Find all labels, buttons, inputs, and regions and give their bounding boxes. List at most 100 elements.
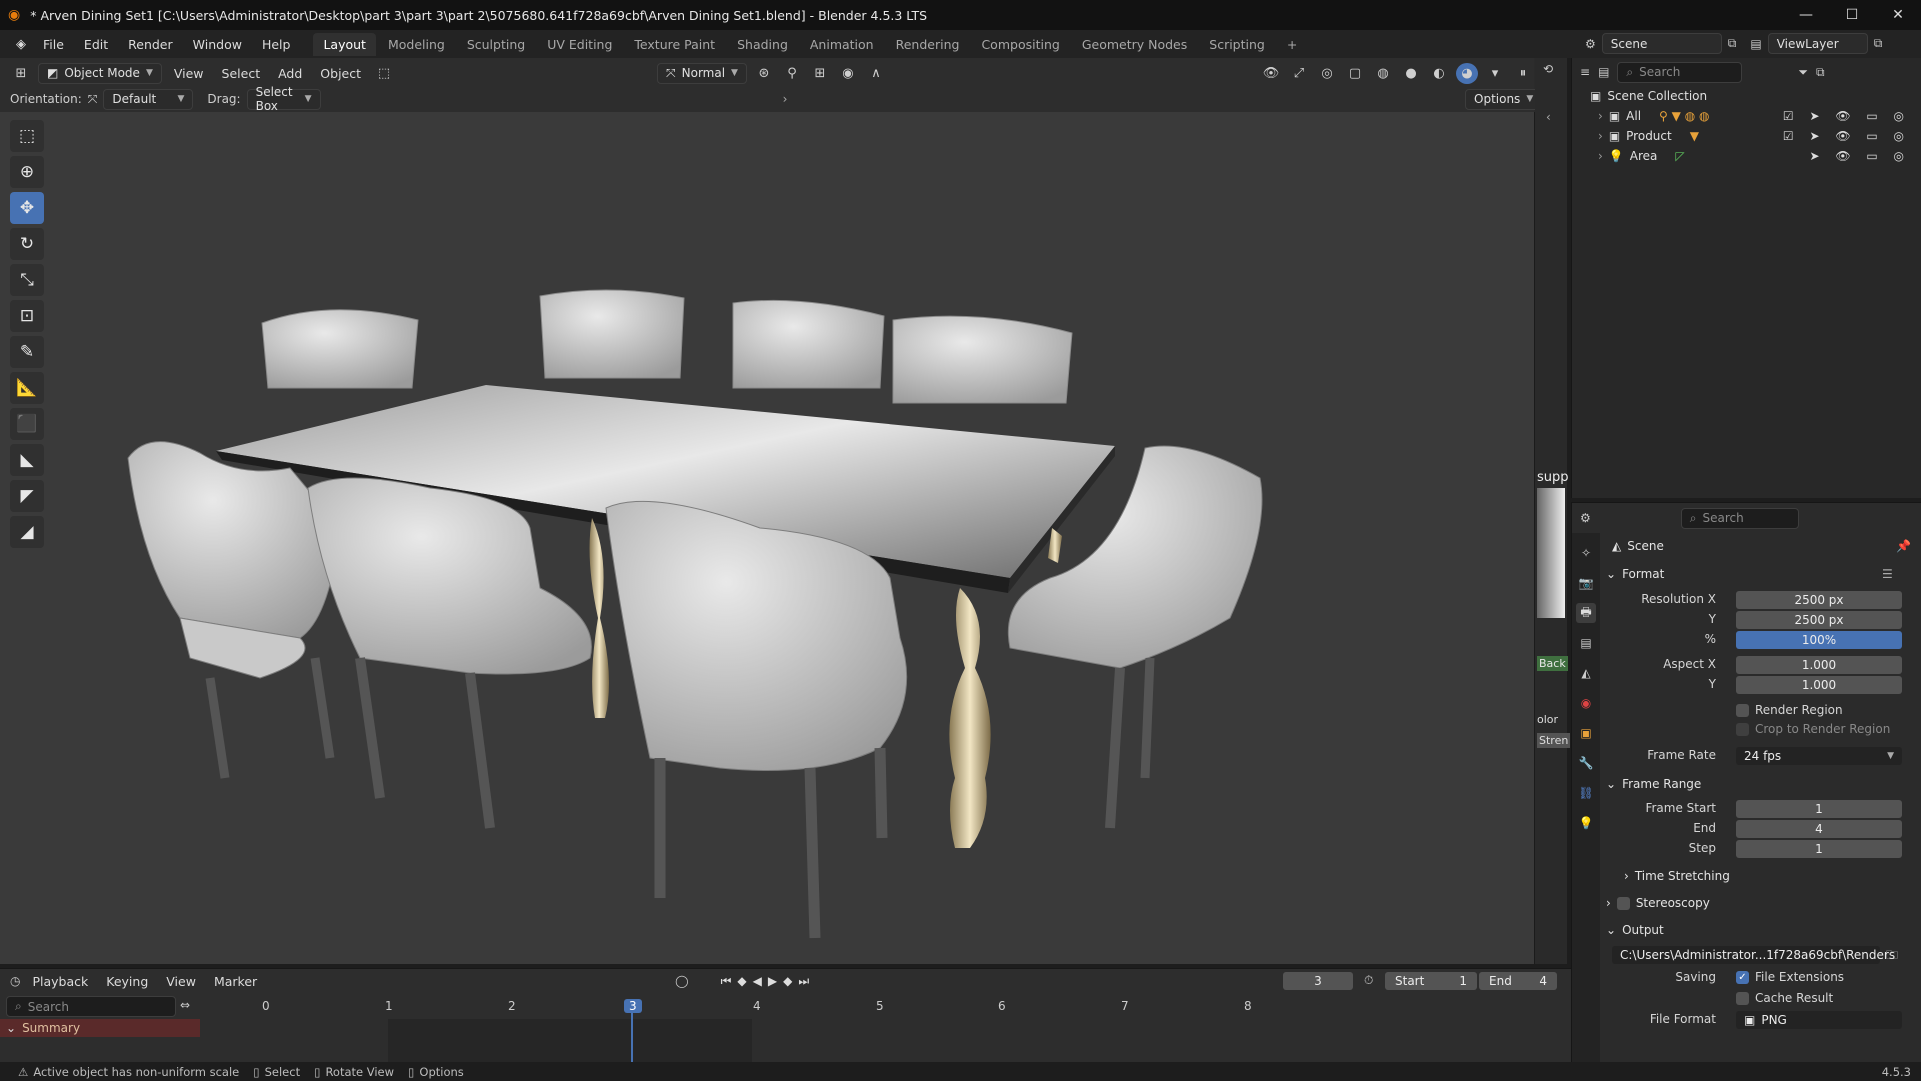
maximize-button[interactable]: ☐	[1829, 0, 1875, 30]
move-tool-icon[interactable]: ✥	[10, 192, 44, 224]
end-frame-field[interactable]: End 4	[1479, 972, 1557, 990]
outliner-item-area[interactable]: › 💡 Area ◸ ➤ 👁 ▭ ◎	[1572, 146, 1921, 166]
world-tab-icon[interactable]: ◉	[1576, 693, 1596, 713]
aspect-y-field[interactable]: 1.000	[1736, 676, 1902, 694]
menu-playback[interactable]: Playback	[26, 972, 94, 991]
solid-shading-icon[interactable]: ●	[1400, 63, 1422, 84]
resolution-y-field[interactable]: 2500 px	[1736, 611, 1902, 629]
constraint-tab-icon[interactable]: ⛓	[1576, 783, 1596, 803]
frame-range-panel-header[interactable]: ⌄ Frame Range	[1606, 777, 1701, 791]
scale-tool-icon[interactable]: ⤡	[10, 264, 44, 296]
menu-edit[interactable]: Edit	[75, 34, 117, 55]
play-icon[interactable]: ▶	[768, 974, 777, 988]
outliner-search-input[interactable]: ⌕ Search	[1617, 61, 1743, 83]
view-rotate-icon[interactable]: ⟲	[1543, 62, 1553, 76]
orientation-dropdown[interactable]: Default ▼	[103, 88, 194, 110]
view-layer-tab-icon[interactable]: ▤	[1576, 633, 1596, 653]
pin-icon[interactable]: 📌	[1896, 539, 1911, 553]
restriction-toggles[interactable]: ☑ ➤ 👁 ▭ ◎	[1783, 129, 1910, 143]
drag-dropdown[interactable]: Select Box ▼	[246, 85, 321, 113]
new-viewlayer-icon[interactable]: ⧉	[1874, 36, 1883, 51]
menu-timeline-view[interactable]: View	[160, 972, 202, 991]
menu-keying[interactable]: Keying	[100, 972, 154, 991]
tab-sculpting[interactable]: Sculpting	[457, 33, 535, 56]
expand-arrow-icon[interactable]: ›	[1598, 129, 1603, 143]
tab-animation[interactable]: Animation	[800, 33, 884, 56]
filter-icon[interactable]: ⏷	[1798, 65, 1808, 80]
cache-result-checkbox[interactable]: Cache Result	[1736, 991, 1833, 1005]
stereoscopy-panel-header[interactable]: › Stereoscopy	[1606, 896, 1710, 910]
close-button[interactable]: ✕	[1875, 0, 1921, 30]
viewlayer-selector[interactable]: ViewLayer	[1767, 33, 1868, 54]
render-region-checkbox[interactable]: Render Region	[1736, 703, 1843, 717]
overlay-icon[interactable]: ◎	[1316, 63, 1338, 84]
outliner-editor-icon[interactable]: ≡	[1580, 65, 1590, 79]
tool-tab-icon[interactable]: ✧	[1576, 543, 1596, 563]
output-panel-header[interactable]: ⌄ Output	[1606, 923, 1664, 937]
jump-end-icon[interactable]: ⏭	[798, 974, 809, 989]
tab-compositing[interactable]: Compositing	[971, 33, 1069, 56]
properties-search-input[interactable]: ⌕ Search	[1680, 507, 1799, 529]
crop-region-checkbox[interactable]: Crop to Render Region	[1736, 722, 1890, 736]
menu-file[interactable]: File	[34, 34, 73, 55]
annotate-tool-icon[interactable]: ✎	[10, 336, 44, 368]
playhead-line[interactable]	[631, 1013, 633, 1063]
play-reverse-icon[interactable]: ◀	[753, 974, 762, 988]
render-tab-icon[interactable]: 📷	[1576, 573, 1596, 593]
pivot-icon[interactable]: ⊛	[753, 63, 775, 84]
proportional-edit-icon[interactable]: ◉	[837, 63, 859, 84]
outliner-item-product[interactable]: › ▣ Product ▼ ☑ ➤ 👁 ▭ ◎	[1572, 126, 1921, 146]
playhead-frame[interactable]: 3	[624, 999, 642, 1013]
bisect-tool-icon[interactable]: ◤	[10, 480, 44, 512]
visibility-icon[interactable]: 👁	[1260, 63, 1282, 84]
modifier-tab-icon[interactable]: 🔧	[1576, 753, 1596, 773]
gizmo-toggle-icon[interactable]: ⬚	[373, 63, 395, 84]
current-frame-field[interactable]: 3	[1283, 972, 1353, 990]
wireframe-shading-icon[interactable]: ◍	[1372, 63, 1394, 84]
sidebar-text-strength[interactable]: Stren	[1537, 733, 1571, 748]
tab-layout[interactable]: Layout	[313, 32, 376, 56]
menu-help[interactable]: Help	[253, 34, 300, 55]
resolution-x-field[interactable]: 2500 px	[1736, 591, 1902, 609]
stereoscopy-checkbox[interactable]	[1616, 896, 1630, 910]
sidebar-text-back[interactable]: Back	[1537, 656, 1568, 671]
frame-end-field[interactable]: 4	[1736, 820, 1902, 838]
tab-shading[interactable]: Shading	[727, 33, 798, 56]
prev-keyframe-icon[interactable]: ◆	[737, 974, 746, 988]
3d-viewport[interactable]: ⊞ ◩ Object Mode ▼ View Select Add Object ⬚…	[0, 58, 1543, 964]
gizmo-icon[interactable]: ⤢	[1288, 63, 1310, 84]
knife-tool-icon[interactable]: ◣	[10, 444, 44, 476]
menu-marker[interactable]: Marker	[208, 972, 263, 991]
frame-step-field[interactable]: 1	[1736, 840, 1902, 858]
summary-channel[interactable]: ⌄ Summary	[0, 1019, 200, 1037]
timeline-search-input[interactable]: ⌕ Search	[6, 996, 176, 1017]
resolution-percent-field[interactable]: 100%	[1736, 631, 1902, 649]
editor-type-icon[interactable]: ⊞	[10, 63, 32, 84]
file-extensions-checkbox[interactable]: ✓ File Extensions	[1736, 970, 1844, 984]
add-cube-tool-icon[interactable]: ⬛	[10, 408, 44, 440]
snap-target-icon[interactable]: ⊞	[809, 63, 831, 84]
file-format-dropdown[interactable]: ▣ PNG	[1736, 1011, 1902, 1029]
material-shading-icon[interactable]: ◐	[1428, 63, 1450, 84]
format-panel-header[interactable]: ⌄ Format	[1606, 567, 1664, 581]
mode-dropdown[interactable]: ◩ Object Mode ▼	[38, 62, 162, 84]
swap-icon[interactable]: ⇔	[180, 998, 190, 1012]
menu-object[interactable]: Object	[314, 64, 367, 83]
output-path-field[interactable]: C:\Users\Administrator...1f728a69cbf\Ren…	[1612, 946, 1895, 964]
presets-icon[interactable]: ☰	[1882, 567, 1893, 581]
transform-orientation-dropdown[interactable]: ⤧ Normal ▼	[657, 62, 747, 84]
expand-arrow-icon[interactable]: ›	[1598, 149, 1603, 163]
blender-menu-icon[interactable]: ◈	[10, 37, 32, 52]
record-icon[interactable]: ◯	[675, 974, 688, 988]
aspect-x-field[interactable]: 1.000	[1736, 656, 1902, 674]
measure-tool-icon[interactable]: 📐	[10, 372, 44, 404]
expand-arrow-icon[interactable]: ›	[1598, 109, 1603, 123]
add-workspace-button[interactable]: +	[1277, 33, 1307, 56]
jump-start-icon[interactable]: ⏮	[721, 974, 732, 989]
select-box-tool-icon[interactable]: ⬚	[10, 120, 44, 152]
next-keyframe-icon[interactable]: ◆	[783, 974, 792, 988]
snap-icon[interactable]: ⚲	[781, 63, 803, 84]
time-stretching-subpanel[interactable]: › Time Stretching	[1624, 869, 1730, 883]
restriction-toggles[interactable]: ☑ ➤ 👁 ▭ ◎	[1783, 109, 1910, 123]
tab-modeling[interactable]: Modeling	[378, 33, 455, 56]
